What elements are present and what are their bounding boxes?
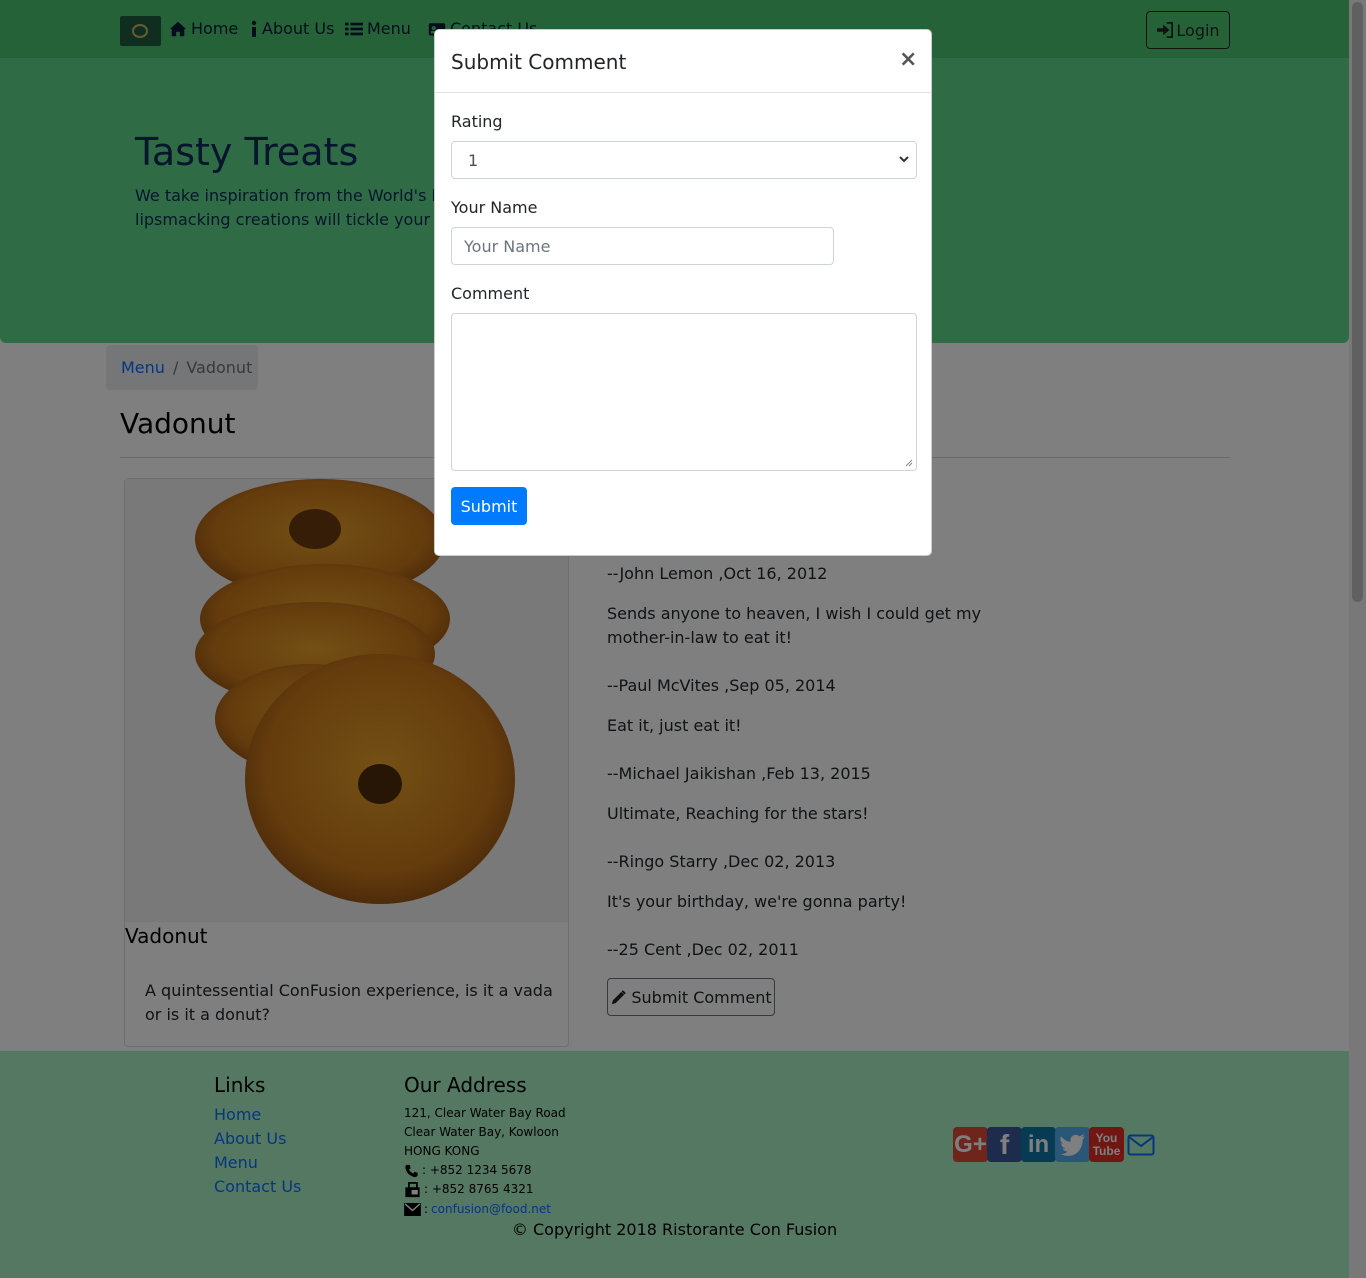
name-input[interactable]	[451, 227, 834, 265]
comment-textarea[interactable]	[451, 313, 917, 471]
name-label: Your Name	[451, 198, 538, 217]
rating-value: 1	[468, 150, 479, 170]
comment-label: Comment	[451, 284, 530, 303]
modal-title: Submit Comment	[451, 50, 627, 74]
submit-comment-modal: Submit Comment × Rating 1 Your Name Comm…	[434, 29, 932, 556]
rating-select[interactable]: 1	[451, 141, 917, 179]
submit-button[interactable]: Submit	[451, 487, 527, 525]
rating-label: Rating	[451, 112, 503, 131]
resize-grip-icon[interactable]	[905, 459, 913, 467]
chevron-down-icon	[899, 156, 909, 163]
close-icon[interactable]: ×	[899, 47, 917, 72]
modal-header: Submit Comment ×	[435, 30, 931, 93]
